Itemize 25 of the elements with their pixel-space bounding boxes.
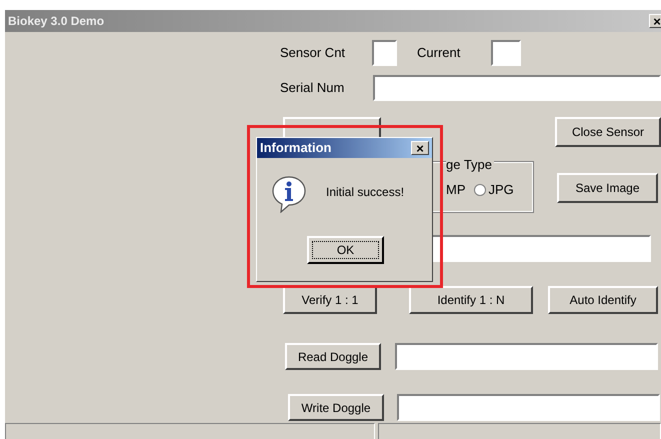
jpg-radio[interactable] <box>474 184 486 196</box>
window-title: Biokey 3.0 Demo <box>7 13 104 30</box>
doggle-field[interactable] <box>397 394 660 421</box>
serial-number-label: Serial Num <box>280 79 346 98</box>
match-button[interactable]: Auto Identify <box>548 286 658 314</box>
match-button[interactable]: Identify 1 : N <box>409 286 533 314</box>
info-icon <box>271 175 307 213</box>
current-field[interactable] <box>491 40 521 66</box>
sensor-count-label: Sensor Cnt <box>280 44 346 62</box>
doggle-button[interactable]: Read Doggle <box>285 343 381 370</box>
close-button[interactable]: × <box>411 141 429 155</box>
radio-label: JPG <box>488 181 514 199</box>
sensor-count-field[interactable] <box>372 40 397 66</box>
doggle-button[interactable]: Write Doggle <box>288 394 384 421</box>
save-image-button[interactable]: Save Image <box>557 173 658 203</box>
match-button[interactable]: Verify 1 : 1 <box>283 286 377 314</box>
current-label: Current <box>417 44 462 62</box>
dialog-title: Information <box>260 139 332 158</box>
close-button[interactable]: × <box>649 14 661 28</box>
dialog-message: Initial success! <box>326 184 404 201</box>
serial-number-field[interactable] <box>373 75 661 101</box>
ok-button[interactable]: OK <box>307 236 384 264</box>
doggle-field[interactable] <box>395 343 658 370</box>
close-sensor-button[interactable]: Close Sensor <box>555 117 661 147</box>
radio-label: MP <box>446 181 466 199</box>
